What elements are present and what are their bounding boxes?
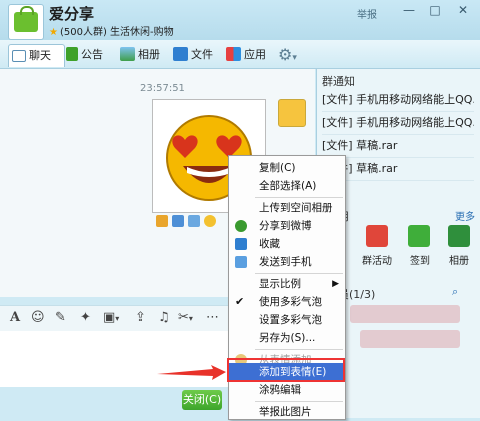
group-avatar[interactable] bbox=[8, 4, 44, 40]
menu-separator bbox=[255, 349, 343, 350]
notice-item[interactable]: [文件] 手机用移动网络能上QQ... bbox=[322, 112, 474, 135]
menu-select-all-label: 全部选择(A) bbox=[259, 180, 317, 192]
menu-share-weibo[interactable]: 分享到微博 bbox=[229, 217, 345, 235]
menu-copy[interactable]: 复制(C) bbox=[229, 159, 345, 177]
menu-report-image[interactable]: 举报此图片 bbox=[229, 403, 345, 421]
image-icon[interactable]: ▣▾ bbox=[103, 310, 119, 325]
menu-doodle-edit[interactable]: 涂鸦编辑 bbox=[229, 381, 345, 399]
menu-share-weibo-label: 分享到微博 bbox=[259, 220, 312, 232]
menu-separator bbox=[255, 401, 343, 402]
report-link[interactable]: 举报 bbox=[357, 6, 377, 21]
menu-save-as-label: 另存为(S)... bbox=[259, 332, 316, 344]
app-label-checkin: 签到 bbox=[410, 256, 430, 267]
menu-favorite-label: 收藏 bbox=[259, 238, 280, 250]
group-subtitle-text: (500人群) 生活休闲-购物 bbox=[59, 27, 174, 38]
upload-icon[interactable]: ⇪ bbox=[135, 310, 146, 325]
checkin-icon[interactable] bbox=[408, 225, 430, 247]
phone-icon bbox=[235, 256, 247, 268]
tab-album-label: 相册 bbox=[138, 48, 160, 61]
group-name: 爱分享 bbox=[49, 5, 95, 23]
menu-upload-album-label: 上传到空间相册 bbox=[259, 202, 333, 214]
check-icon: ✔ bbox=[235, 295, 245, 308]
tab-apps[interactable]: 应用 bbox=[226, 44, 266, 66]
submenu-arrow-icon: ▶ bbox=[332, 279, 339, 289]
photo-icon bbox=[120, 47, 135, 61]
tab-apps-label: 应用 bbox=[244, 48, 266, 61]
tab-announcement-label: 公告 bbox=[81, 48, 103, 61]
flag-icon bbox=[66, 47, 78, 61]
tab-announcement[interactable]: 公告 bbox=[66, 44, 103, 66]
menu-set-bubble[interactable]: 设置多彩气泡 bbox=[229, 311, 345, 329]
tab-chat-label: 聊天 bbox=[29, 49, 51, 62]
shopping-bag-icon bbox=[14, 6, 38, 32]
emoji-icon[interactable]: ☺ bbox=[31, 310, 45, 325]
tab-files-label: 文件 bbox=[191, 48, 213, 61]
group-subtitle: ★ (500人群) 生活休闲-购物 bbox=[49, 23, 174, 38]
close-button[interactable]: 关闭(C) bbox=[182, 390, 222, 410]
maximize-button[interactable]: □ bbox=[424, 2, 446, 18]
menu-use-bubble-label: 使用多彩气泡 bbox=[259, 296, 322, 308]
font-icon[interactable]: A bbox=[10, 310, 20, 325]
highlight-box bbox=[227, 358, 345, 382]
menu-use-bubble[interactable]: ✔ 使用多彩气泡 bbox=[229, 293, 345, 311]
more-icon[interactable]: ⋯ bbox=[206, 310, 219, 325]
weibo-icon bbox=[235, 220, 247, 232]
menu-set-bubble-label: 设置多彩气泡 bbox=[259, 314, 322, 326]
menu-save-as[interactable]: 另存为(S)... bbox=[229, 329, 345, 347]
music-icon[interactable]: ♫ bbox=[158, 310, 170, 325]
star-icon bbox=[235, 238, 247, 250]
tab-chat[interactable]: 聊天 bbox=[8, 44, 65, 67]
close-window-button[interactable]: ✕ bbox=[452, 2, 474, 18]
notice-item[interactable]: [文件] 手机用移动网络能上QQ... bbox=[322, 89, 474, 112]
folder-icon bbox=[173, 47, 188, 61]
tab-files[interactable]: 文件 bbox=[173, 44, 213, 66]
menu-copy-label: 复制(C) bbox=[259, 162, 296, 174]
scissors-icon[interactable]: ✂▾ bbox=[178, 310, 193, 325]
menu-favorite[interactable]: 收藏 bbox=[229, 235, 345, 253]
menu-doodle-edit-label: 涂鸦编辑 bbox=[259, 384, 301, 396]
emoji-add-icon[interactable] bbox=[156, 215, 168, 227]
app-label-album: 相册 bbox=[449, 256, 469, 267]
menu-upload-album[interactable]: 上传到空间相册 bbox=[229, 199, 345, 217]
apps-icon bbox=[226, 47, 241, 61]
menu-display-ratio-label: 显示比例 bbox=[259, 278, 301, 290]
star-icon: ★ bbox=[49, 27, 58, 38]
member-item[interactable] bbox=[350, 305, 460, 323]
search-icon[interactable]: ⌕ bbox=[452, 285, 458, 299]
menu-display-ratio[interactable]: 显示比例 ▶ bbox=[229, 275, 345, 293]
album-app-icon[interactable] bbox=[448, 225, 470, 247]
smile-icon[interactable] bbox=[204, 215, 216, 227]
gear-icon[interactable]: ⚙▾ bbox=[278, 44, 297, 66]
message-timestamp: 23:57:51 bbox=[140, 83, 185, 94]
notice-title: 群通知 bbox=[322, 75, 355, 88]
save-icon[interactable] bbox=[172, 215, 184, 227]
member-item[interactable] bbox=[360, 330, 460, 348]
chat-icon bbox=[12, 50, 26, 62]
monitor-icon[interactable] bbox=[188, 215, 200, 227]
menu-send-phone-label: 发送到手机 bbox=[259, 256, 312, 268]
menu-separator bbox=[255, 273, 343, 274]
menu-separator bbox=[255, 197, 343, 198]
magic-icon[interactable]: ✎ bbox=[55, 310, 66, 325]
menu-report-image-label: 举报此图片 bbox=[259, 406, 312, 418]
shake-icon[interactable]: ✦ bbox=[80, 310, 91, 325]
minimize-button[interactable]: — bbox=[398, 2, 420, 18]
tab-album[interactable]: 相册 bbox=[120, 44, 160, 66]
group-activity-icon[interactable] bbox=[366, 225, 388, 247]
chevron-down-icon: ▾ bbox=[292, 53, 297, 63]
sticker-toolbar bbox=[156, 215, 220, 233]
red-arrow-icon bbox=[157, 365, 226, 380]
more-apps-link[interactable]: 更多 bbox=[455, 208, 475, 223]
menu-select-all[interactable]: 全部选择(A) bbox=[229, 177, 345, 195]
menu-send-phone[interactable]: 发送到手机 bbox=[229, 253, 345, 271]
sender-avatar[interactable] bbox=[278, 99, 306, 127]
app-label-activity: 群活动 bbox=[362, 256, 392, 267]
